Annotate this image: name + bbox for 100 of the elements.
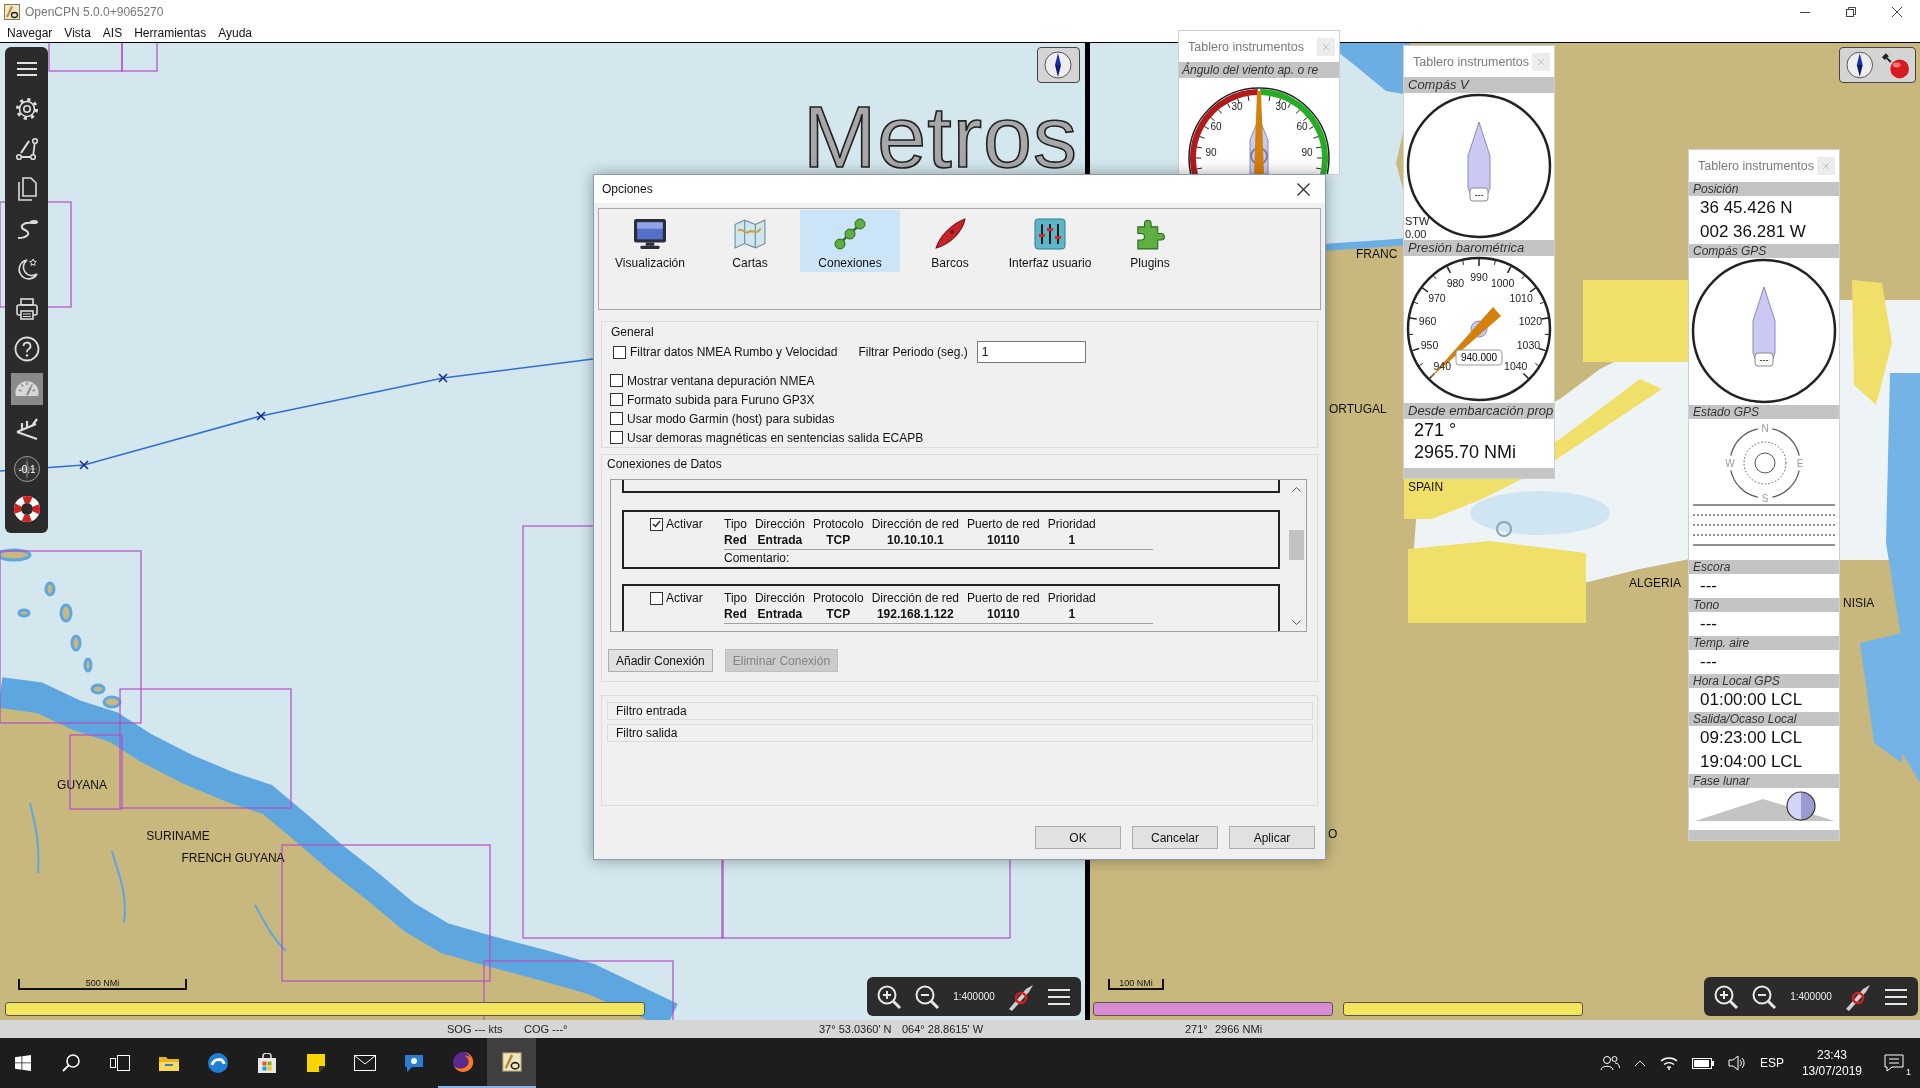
restore-icon [1846, 7, 1856, 17]
instrument-value: 19:04:00 LCL [1699, 751, 1804, 773]
checkbox-label[interactable]: Filtrar datos NMEA Rumbo y Velocidad [630, 345, 838, 359]
connection-value: 1 [1067, 532, 1077, 548]
chart-quilt-bar[interactable] [5, 1002, 645, 1016]
checkbox[interactable] [650, 517, 663, 531]
category-tab[interactable]: Conexiones [800, 210, 900, 272]
checkbox-label[interactable]: Usar demoras magnéticas en sentencias salida ECAPB [627, 430, 924, 445]
pages-icon [16, 177, 37, 201]
clock-button[interactable]: 23:43 13/07/2019 [1797, 1047, 1866, 1079]
map-label: NISIA [1843, 596, 1875, 610]
river-line [29, 802, 40, 874]
notifications-button[interactable]: 1 [1880, 1052, 1912, 1074]
dialog-button[interactable]: Cancelar [1132, 826, 1218, 849]
battery-icon[interactable] [1691, 1057, 1714, 1069]
status-text: SOG --- kts [447, 1023, 504, 1035]
chevron-down-icon[interactable] [1292, 620, 1301, 625]
settings-icon [14, 97, 39, 121]
scroll-thumb[interactable] [1289, 530, 1304, 560]
checkbox-label[interactable]: Activar [666, 517, 703, 531]
category-tab[interactable]: Barcos [900, 210, 1000, 272]
instrument-value: 36 45.426 N [1699, 197, 1794, 219]
checkbox[interactable] [610, 431, 623, 444]
column-header: Dirección de red [871, 590, 959, 606]
column-header: Prioridad [1047, 590, 1096, 606]
connection-button[interactable]: Añadir Conexión [608, 649, 713, 672]
close-icon [1892, 7, 1902, 17]
instrument-caption: Tono [1689, 598, 1839, 612]
panel-title: Tablero instrumentos [1188, 39, 1306, 54]
checkbox[interactable] [650, 591, 663, 605]
checkbox[interactable] [610, 374, 623, 387]
gps-status-icon[interactable] [1879, 51, 1909, 79]
category-tab[interactable]: Cartas [700, 210, 800, 272]
group-label: General [611, 324, 654, 340]
sticky-note-icon [305, 1053, 326, 1073]
instrument-caption: Desde embarcación prop [1404, 403, 1554, 419]
menu-item[interactable]: Ayuda [212, 26, 258, 40]
connection-value: 10.10.10.1 [885, 532, 945, 548]
column-header: Protocolo [812, 590, 864, 606]
map-label: ALGERIA [1629, 576, 1682, 590]
connection-panel[interactable]: Activar Tipo Dirección Protocolo Dirección de red Puerto de red Prioridad Red Entrada TCP 10.10.10.1 10110 1 Comentario: [622, 510, 1280, 569]
puzzle-icon [1134, 218, 1166, 250]
help-icon [13, 336, 40, 362]
dial-label: 60 [1210, 120, 1222, 132]
column-header: Tipo [724, 590, 747, 606]
compass-icon[interactable] [1044, 51, 1072, 79]
collapsible-section[interactable]: Filtro salida [607, 724, 1313, 742]
chart-scale: 1:400000 [952, 991, 996, 1002]
dashboard-button[interactable] [10, 373, 43, 405]
compass-point-label: S [1761, 492, 1769, 504]
collapsible-section[interactable]: Filtro entrada [607, 702, 1313, 720]
column-header: Puerto de red [967, 516, 1040, 532]
category-tab[interactable]: Plugins [1100, 210, 1200, 272]
category-tab[interactable]: Interfaz usuario [1000, 210, 1100, 272]
checkbox-label[interactable]: Mostrar ventana depuración NMEA [627, 373, 815, 388]
instrument-caption: Salida/Ocaso Local [1689, 712, 1839, 726]
globe-icon [451, 1051, 474, 1073]
connection-value: Entrada [756, 606, 804, 622]
map-icon [734, 218, 766, 250]
checkbox[interactable] [613, 345, 626, 359]
folder-icon [157, 1054, 180, 1072]
compass-button[interactable]: -0.1 [10, 453, 43, 485]
wifi-icon[interactable] [1659, 1056, 1678, 1070]
period-field[interactable]: 1 [976, 341, 1086, 363]
map-label: GUYANA [57, 778, 107, 792]
taskbar-app-button[interactable] [487, 1038, 536, 1088]
dial-label: 90 [1205, 146, 1217, 158]
dialog-button[interactable]: OK [1035, 826, 1121, 849]
compass-point-label: N [1761, 422, 1769, 434]
status-text: COG ---° [524, 1023, 569, 1035]
route-icon [14, 137, 39, 161]
dialog-button[interactable]: Aplicar [1229, 826, 1315, 849]
checkbox-label[interactable]: Activar [666, 591, 703, 605]
category-tab[interactable]: Visualización [600, 210, 700, 272]
chevron-up-icon[interactable] [1292, 487, 1301, 492]
route-line[interactable] [0, 358, 594, 472]
compass-icon[interactable] [1846, 51, 1874, 79]
menu-item[interactable]: Herramientas [128, 26, 213, 40]
language-indicator[interactable]: ESP [1759, 1056, 1784, 1070]
connection-value: TCP [825, 532, 852, 548]
dialog-title: Opciones [602, 182, 654, 196]
island [59, 603, 73, 623]
connection-value: 192.168.1.122 [875, 606, 955, 622]
speaker-icon[interactable] [1727, 1055, 1746, 1071]
checkbox[interactable] [610, 393, 623, 406]
chart-quilt-bar[interactable] [1093, 1002, 1333, 1016]
checkbox-label[interactable]: Formato subida para Furuno GP3X [627, 392, 815, 407]
comment-label: Comentario: [724, 550, 790, 566]
dial-label: 950 [1420, 339, 1439, 352]
menu-item[interactable]: Vista [58, 26, 97, 40]
checkbox-label[interactable]: Usar modo Garmin (host) para subidas [627, 411, 835, 426]
dial-label: 990 [1470, 271, 1488, 283]
chart-quilt-bar[interactable] [1343, 1002, 1583, 1016]
menu-item[interactable]: Navegar [1, 26, 59, 40]
people-icon[interactable] [1599, 1055, 1620, 1071]
connection-panel[interactable]: Activar Tipo Dirección Protocolo Dirección de red Puerto de red Prioridad Red Entrada TCP 192.168.1.122 10110 1 [622, 584, 1280, 631]
menu-item[interactable]: AIS [96, 26, 129, 40]
column-header: Dirección de red [871, 516, 959, 532]
checkbox[interactable] [610, 412, 623, 425]
connection-value: TCP [825, 606, 852, 622]
